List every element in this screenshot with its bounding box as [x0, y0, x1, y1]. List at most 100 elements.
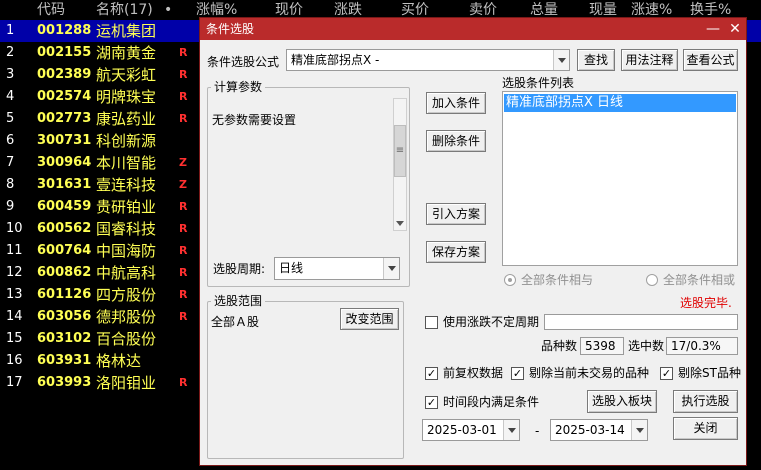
stock-code: 002389 — [37, 67, 92, 82]
stock-flag: R — [179, 288, 188, 301]
stock-name: 湖南黄金 — [96, 44, 157, 62]
params-group-title: 计算参数 — [211, 80, 266, 94]
chevron-down-icon[interactable] — [383, 258, 399, 279]
close-icon[interactable]: ✕ — [724, 18, 746, 40]
change-range-button[interactable]: 改变范围 — [340, 308, 399, 330]
date-to-picker[interactable]: 2025-03-14 — [550, 419, 648, 441]
add-condition-button[interactable]: 加入条件 — [426, 92, 486, 114]
stock-code: 603993 — [37, 375, 92, 390]
time-range-checkbox[interactable]: ✓ — [425, 396, 438, 409]
stock-name: 康弘药业 — [96, 110, 157, 128]
row-index: 12 — [6, 265, 23, 280]
date-separator: - — [535, 424, 540, 438]
stock-code: 601126 — [37, 287, 92, 302]
condition-list-item[interactable]: 精准底部拐点X 日线 — [504, 94, 736, 112]
import-plan-button[interactable]: 引入方案 — [426, 203, 486, 225]
col-header-code[interactable]: 代码 — [37, 0, 65, 20]
period-label: 选股周期: — [213, 262, 266, 276]
formula-select[interactable]: 精准底部拐点X - — [286, 49, 570, 71]
stock-flag: R — [179, 68, 188, 81]
stock-flag: Z — [179, 156, 187, 169]
chevron-down-icon[interactable] — [553, 50, 569, 70]
stock-name: 科创新源 — [96, 132, 157, 150]
formula-label: 条件选股公式 — [207, 55, 280, 69]
use-period-label: 使用涨跌不定周期 — [443, 315, 540, 329]
radio-and[interactable] — [504, 274, 516, 286]
range-text: 全部Ａ股 — [211, 315, 260, 329]
stock-flag: R — [179, 46, 188, 59]
date-to-value: 2025-03-14 — [555, 423, 625, 437]
condition-list[interactable]: 精准底部拐点X 日线 — [502, 91, 738, 266]
date-from-picker[interactable]: 2025-03-01 — [422, 419, 520, 441]
scroll-down-icon[interactable] — [396, 221, 404, 226]
col-header-name[interactable]: 名称(17) — [96, 0, 153, 20]
stock-name: 百合股份 — [96, 330, 157, 348]
range-group-title: 选股范围 — [211, 294, 266, 308]
stock-code: 002155 — [37, 45, 92, 60]
stock-flag: R — [179, 244, 188, 257]
stock-name: 洛阳钼业 — [96, 374, 157, 392]
stock-name: 中航高科 — [96, 264, 157, 282]
exclude-untraded-label: 剔除当前未交易的品种 — [529, 366, 650, 380]
stock-code: 300964 — [37, 155, 92, 170]
selected-value: 17/0.3% — [666, 337, 738, 355]
col-header-dot[interactable]: • — [164, 0, 172, 20]
save-plan-button[interactable]: 保存方案 — [426, 241, 486, 263]
stock-name: 中国海防 — [96, 242, 157, 260]
row-index: 1 — [6, 23, 15, 38]
row-index: 9 — [6, 199, 15, 214]
exclude-st-checkbox[interactable]: ✓ — [660, 367, 673, 380]
stock-code: 001288 — [37, 23, 92, 38]
stock-name: 四方股份 — [96, 286, 157, 304]
period-select-value: 日线 — [279, 261, 304, 275]
row-index: 6 — [6, 133, 15, 148]
stock-code: 600459 — [37, 199, 92, 214]
close-button[interactable]: 关闭 — [673, 417, 738, 440]
row-index: 3 — [6, 67, 15, 82]
chevron-down-icon[interactable] — [631, 420, 647, 440]
execute-button[interactable]: 执行选股 — [673, 390, 738, 413]
stock-code: 002773 — [37, 111, 92, 126]
radio-or[interactable] — [646, 274, 658, 286]
stock-code: 603056 — [37, 309, 92, 324]
find-button[interactable]: 查找 — [577, 49, 615, 71]
use-period-input[interactable] — [544, 314, 738, 330]
params-scrollbar[interactable]: ≡ — [393, 98, 407, 231]
selected-label: 选中数 — [628, 339, 665, 353]
radio-and-label: 全部条件相与 — [521, 273, 594, 287]
stock-name: 国睿科技 — [96, 220, 157, 238]
stock-flag: R — [179, 310, 188, 323]
stock-name: 贵研铂业 — [96, 198, 157, 216]
use-period-checkbox[interactable] — [425, 316, 438, 329]
stock-name: 壹连科技 — [96, 176, 157, 194]
stock-flag: R — [179, 200, 188, 213]
params-text: 无参数需要设置 — [212, 113, 297, 127]
stock-code: 002574 — [37, 89, 92, 104]
row-index: 13 — [6, 287, 23, 302]
row-index: 15 — [6, 331, 23, 346]
stock-screener-dialog: 条件选股 — ✕ 条件选股公式 精准底部拐点X - 查找 用法注释 查看公式 计… — [199, 17, 747, 466]
stock-name: 德邦股份 — [96, 308, 157, 326]
stock-code: 600764 — [37, 243, 92, 258]
date-from-value: 2025-03-01 — [427, 423, 497, 437]
chevron-down-icon[interactable] — [503, 420, 519, 440]
minimize-icon[interactable]: — — [702, 18, 724, 40]
params-scroll-thumb[interactable]: ≡ — [394, 125, 406, 177]
count-label: 品种数 — [541, 339, 578, 353]
delete-condition-button[interactable]: 删除条件 — [426, 130, 486, 152]
pre-adjust-checkbox[interactable]: ✓ — [425, 367, 438, 380]
stock-name: 本川智能 — [96, 154, 157, 172]
period-select[interactable]: 日线 — [274, 257, 400, 280]
usage-notes-button[interactable]: 用法注释 — [621, 49, 678, 71]
stock-name: 航天彩虹 — [96, 66, 157, 84]
to-board-button[interactable]: 选股入板块 — [587, 390, 657, 413]
stock-name: 明牌珠宝 — [96, 88, 157, 106]
row-index: 8 — [6, 177, 15, 192]
dialog-titlebar[interactable]: 条件选股 — ✕ — [200, 18, 746, 40]
exclude-untraded-checkbox[interactable]: ✓ — [511, 367, 524, 380]
formula-select-value: 精准底部拐点X - — [291, 53, 380, 67]
row-index: 10 — [6, 221, 23, 236]
radio-or-label: 全部条件相或 — [663, 273, 736, 287]
view-formula-button[interactable]: 查看公式 — [683, 49, 738, 71]
stock-code: 603931 — [37, 353, 92, 368]
